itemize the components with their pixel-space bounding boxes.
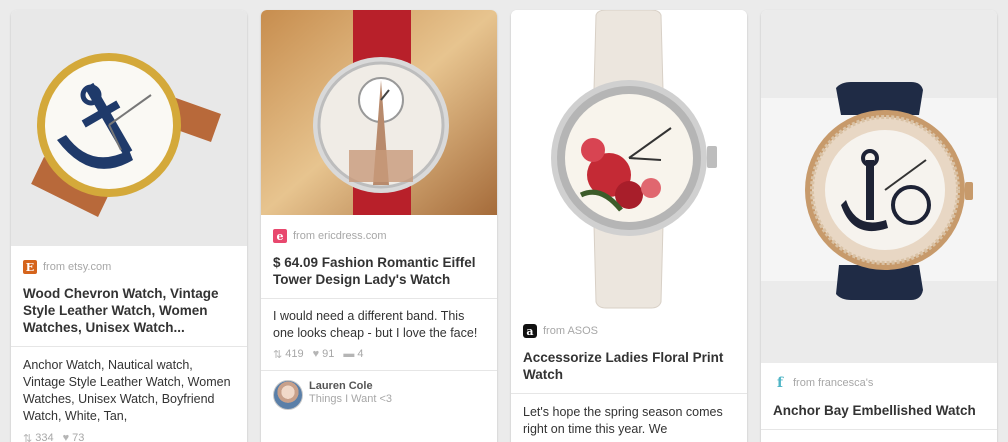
- like-count: ♥ 91: [313, 348, 335, 360]
- etsy-icon: E: [23, 260, 37, 274]
- repin-count-value: 419: [285, 348, 304, 360]
- repin-count-value: 334: [35, 432, 54, 442]
- comment-icon: ▬: [343, 348, 355, 360]
- asos-icon: a: [523, 324, 537, 338]
- pin-description: Let's hope the spring season comes right…: [523, 405, 723, 436]
- ericdress-icon: e: [273, 229, 287, 243]
- heart-icon: ♥: [62, 432, 70, 442]
- like-count-value: 73: [72, 432, 85, 442]
- pin-description: Anchor Watch, Nautical watch, Vintage St…: [23, 358, 231, 423]
- pin-stats: ⇅ 334 ♥ 73: [23, 431, 235, 442]
- pin-source[interactable]: from ericdress.com: [293, 230, 387, 242]
- like-count-value: 91: [322, 348, 335, 360]
- pin-title[interactable]: $ 64.09 Fashion Romantic Eiffel Tower De…: [273, 254, 485, 288]
- pin-stats: ⇅ 419 ♥ 91 ▬ 4: [273, 347, 485, 361]
- heart-icon: ♥: [312, 348, 320, 360]
- pin-source[interactable]: from ASOS: [543, 325, 598, 337]
- comment-count: ▬ 4: [343, 348, 363, 360]
- pin-image[interactable]: [761, 10, 997, 363]
- pin-source[interactable]: from francesca's: [793, 377, 873, 389]
- like-count: ♥ 73: [63, 432, 85, 442]
- pinner-attribution[interactable]: Lauren Cole Things I Want <3: [273, 380, 485, 410]
- pin-description: I would need a different band. This one …: [273, 309, 478, 340]
- pin-title[interactable]: Accessorize Ladies Floral Print Watch: [523, 349, 735, 383]
- pin-image[interactable]: [261, 10, 497, 215]
- pin-image[interactable]: [511, 10, 747, 310]
- pin-title[interactable]: Anchor Bay Embellished Watch: [773, 402, 985, 419]
- board-name[interactable]: Things I Want <3: [309, 393, 392, 406]
- pin-card[interactable]: f from francesca's Anchor Bay Embellishe…: [761, 10, 997, 442]
- pin-source[interactable]: from etsy.com: [43, 261, 111, 273]
- repin-icon: ⇅: [23, 432, 33, 442]
- avatar[interactable]: [273, 380, 303, 410]
- pin-card[interactable]: E from etsy.com Wood Chevron Watch, Vint…: [11, 10, 247, 442]
- repin-icon: ⇅: [273, 348, 283, 361]
- pin-title[interactable]: Wood Chevron Watch, Vintage Style Leathe…: [23, 285, 235, 336]
- francescas-icon: f: [776, 375, 784, 391]
- divider: [761, 429, 997, 430]
- pin-card[interactable]: a from ASOS Accessorize Ladies Floral Pr…: [511, 10, 747, 442]
- pin-card[interactable]: e from ericdress.com $ 64.09 Fashion Rom…: [261, 10, 497, 442]
- repin-count: ⇅ 334: [23, 432, 54, 442]
- comment-count-value: 4: [357, 348, 364, 360]
- pin-image[interactable]: [11, 10, 247, 246]
- repin-count: ⇅ 419: [273, 348, 304, 361]
- pinner-name[interactable]: Lauren Cole: [309, 380, 392, 393]
